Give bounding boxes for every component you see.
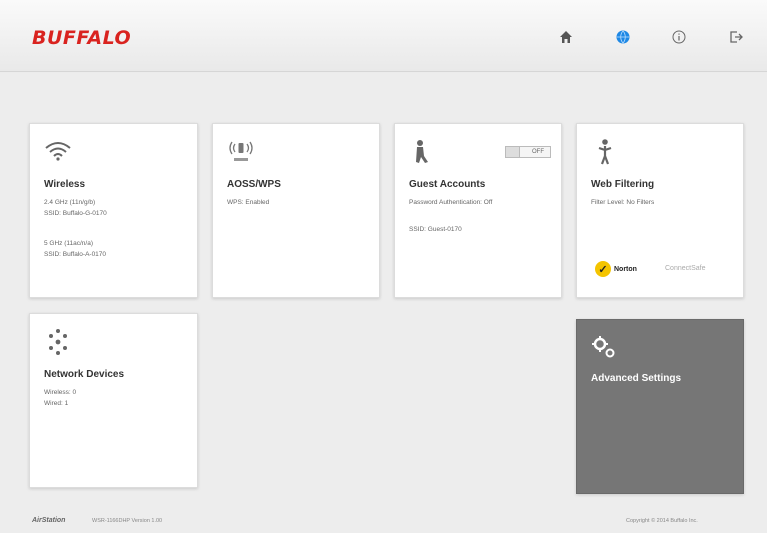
filter-level: Filter Level: No Filters <box>591 199 655 206</box>
airstation-brand: AirStation <box>32 517 66 524</box>
connectsafe-label: ConnectSafe <box>665 265 706 272</box>
guest-user-icon <box>409 138 437 166</box>
toggle-knob <box>506 147 520 157</box>
aoss-wps-title: AOSS/WPS <box>227 179 281 190</box>
wireless-5ghz-mode: 5 GHz (11ac/n/a) <box>44 240 94 247</box>
toggle-state-label: OFF <box>532 149 544 155</box>
wired-device-count: Wired: 1 <box>44 400 69 407</box>
guest-toggle-switch[interactable]: OFF <box>505 146 551 158</box>
wireless-title: Wireless <box>44 179 86 190</box>
child-filter-icon <box>591 138 619 166</box>
wireless-device-count: Wireless: 0 <box>44 389 77 396</box>
advanced-settings-card[interactable]: Advanced Settings <box>576 319 744 494</box>
header-bar: BUFFALO <box>0 0 767 72</box>
logout-icon[interactable] <box>726 27 746 47</box>
norton-label: Norton <box>614 265 637 273</box>
gears-icon <box>591 334 619 362</box>
guest-accounts-title: Guest Accounts <box>409 179 486 190</box>
guest-accounts-card[interactable]: OFF Guest Accounts Password Authenticati… <box>394 123 562 298</box>
info-icon[interactable] <box>669 27 689 47</box>
guest-ssid: SSID: Guest-0170 <box>409 226 462 233</box>
copyright-text: Copyright © 2014 Buffalo Inc. <box>626 518 698 524</box>
wireless-24ghz-ssid: SSID: Buffalo-G-0170 <box>44 210 107 217</box>
wireless-24ghz-mode: 2.4 GHz (11n/g/b) <box>44 199 96 206</box>
norton-check-icon: ✓ <box>595 261 611 277</box>
aoss-icon <box>227 138 255 166</box>
wireless-5ghz-ssid: SSID: Buffalo-A-0170 <box>44 251 107 258</box>
language-icon[interactable] <box>613 27 633 47</box>
web-filtering-title: Web Filtering <box>591 179 655 190</box>
home-icon[interactable] <box>556 27 576 47</box>
wifi-icon <box>44 138 72 166</box>
norton-badge[interactable]: ✓ Norton <box>595 261 637 277</box>
guest-password-auth: Password Authentication: Off <box>409 199 493 206</box>
network-devices-title: Network Devices <box>44 369 125 380</box>
network-devices-card[interactable]: Network Devices Wireless: 0 Wired: 1 <box>29 313 198 488</box>
buffalo-logo[interactable]: BUFFALO <box>32 27 131 49</box>
wireless-card[interactable]: Wireless 2.4 GHz (11n/g/b) SSID: Buffalo… <box>29 123 198 298</box>
web-filtering-card[interactable]: Web Filtering Filter Level: No Filters ✓… <box>576 123 744 298</box>
aoss-wps-card[interactable]: AOSS/WPS WPS: Enabled <box>212 123 380 298</box>
advanced-settings-title: Advanced Settings <box>591 373 682 384</box>
wps-status: WPS: Enabled <box>227 199 270 206</box>
network-devices-icon <box>44 328 72 356</box>
model-version: WSR-1166DHP Version 1.00 <box>92 518 163 524</box>
